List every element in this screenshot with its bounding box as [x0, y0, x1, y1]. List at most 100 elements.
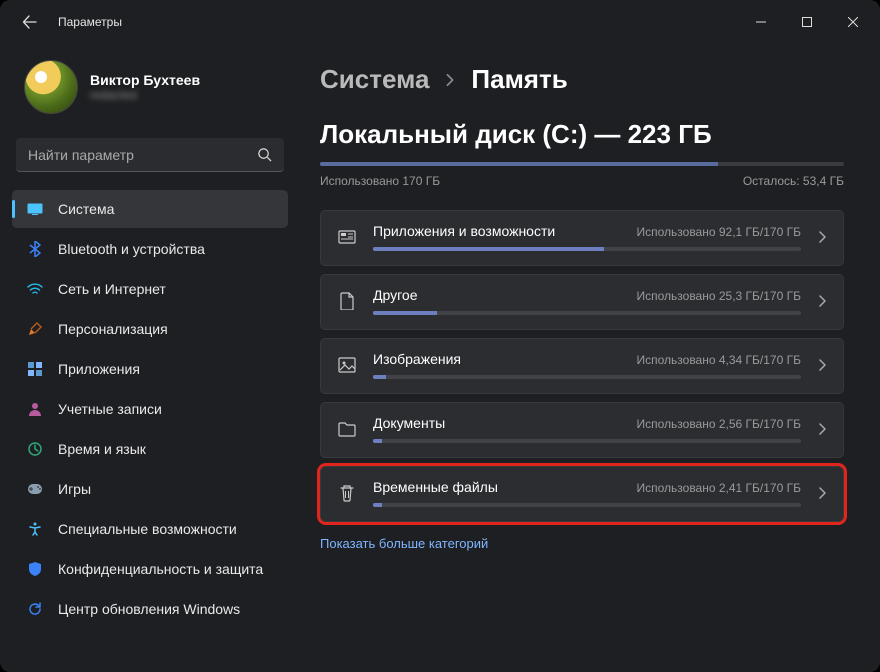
maximize-button[interactable] [784, 6, 830, 38]
sidebar-item-label: Персонализация [58, 321, 168, 337]
chevron-right-icon [817, 422, 827, 436]
close-button[interactable] [830, 6, 876, 38]
sidebar-item-label: Конфиденциальность и защита [58, 561, 263, 577]
disk-usage-fill [320, 162, 718, 166]
images-icon [337, 355, 357, 375]
temp-icon [337, 483, 357, 503]
minimize-button[interactable] [738, 6, 784, 38]
breadcrumb-parent[interactable]: Система [320, 64, 429, 95]
breadcrumb-current: Память [471, 64, 567, 95]
accessibility-icon [26, 520, 44, 538]
sidebar-item-label: Учетные записи [58, 401, 162, 417]
privacy-icon [26, 560, 44, 578]
sidebar-item-apps[interactable]: Приложения [12, 350, 288, 388]
category-title: Приложения и возможности [373, 223, 555, 239]
sidebar-item-accessibility[interactable]: Специальные возможности [12, 510, 288, 548]
disk-used-label: Использовано 170 ГБ [320, 174, 440, 188]
sidebar-item-label: Сеть и Интернет [58, 281, 166, 297]
arrow-left-icon [22, 14, 38, 30]
search-box[interactable] [16, 138, 284, 172]
other-icon [337, 291, 357, 311]
content-area: Система Память Локальный диск (C:) — 223… [300, 44, 880, 672]
sidebar-item-time[interactable]: Время и язык [12, 430, 288, 468]
user-name: Виктор Бухтеев [90, 72, 200, 88]
category-other[interactable]: Другое Использовано 25,3 ГБ/170 ГБ [320, 274, 844, 330]
sidebar-item-bluetooth[interactable]: Bluetooth и устройства [12, 230, 288, 268]
back-button[interactable] [16, 8, 44, 36]
sidebar-item-update[interactable]: Центр обновления Windows [12, 590, 288, 628]
sidebar-item-label: Приложения [58, 361, 140, 377]
category-usage-fill [373, 439, 382, 443]
titlebar: Параметры [0, 0, 880, 44]
category-body: Приложения и возможностиИспользовано 92,… [373, 223, 801, 251]
window-title: Параметры [58, 15, 122, 29]
category-usage-bar [373, 503, 801, 507]
chevron-right-icon [443, 73, 457, 87]
disk-free-label: Осталось: 53,4 ГБ [743, 174, 844, 188]
sidebar-item-label: Игры [58, 481, 91, 497]
sidebar-item-system[interactable]: Система [12, 190, 288, 228]
category-temp[interactable]: Временные файлы Использовано 2,41 ГБ/170 … [320, 466, 844, 522]
category-body: Временные файлы Использовано 2,41 ГБ/170 … [373, 479, 801, 507]
disk-usage-labels: Использовано 170 ГБ Осталось: 53,4 ГБ [320, 174, 844, 188]
chevron-right-icon [817, 294, 827, 308]
show-more-link[interactable]: Показать больше категорий [320, 536, 488, 551]
window-controls [738, 6, 876, 38]
category-title: Временные файлы [373, 479, 498, 495]
category-list: Приложения и возможностиИспользовано 92,… [320, 210, 844, 522]
sidebar-item-label: Система [58, 201, 114, 217]
category-usage-label: Использовано 2,41 ГБ/170 ГБ [636, 481, 801, 495]
documents-icon [337, 419, 357, 439]
app-body: Виктор Бухтеев redacted Система Bluetooth… [0, 44, 880, 672]
disk-title: Локальный диск (C:) — 223 ГБ [320, 119, 844, 150]
sidebar-item-label: Bluetooth и устройства [58, 241, 205, 257]
sidebar-item-label: Время и язык [58, 441, 146, 457]
category-usage-bar [373, 311, 801, 315]
sidebar-item-personalization[interactable]: Персонализация [12, 310, 288, 348]
category-usage-bar [373, 439, 801, 443]
category-documents[interactable]: Документы Использовано 2,56 ГБ/170 ГБ [320, 402, 844, 458]
category-body: Другое Использовано 25,3 ГБ/170 ГБ [373, 287, 801, 315]
category-title: Изображения [373, 351, 461, 367]
category-images[interactable]: ИзображенияИспользовано 4,34 ГБ/170 ГБ [320, 338, 844, 394]
search-icon [257, 147, 272, 162]
category-usage-label: Использовано 2,56 ГБ/170 ГБ [636, 417, 801, 431]
personalization-icon [26, 320, 44, 338]
user-card[interactable]: Виктор Бухтеев redacted [12, 44, 288, 134]
close-icon [848, 17, 858, 27]
user-email: redacted [90, 88, 200, 102]
avatar [24, 60, 78, 114]
chevron-right-icon [817, 486, 827, 500]
category-usage-bar [373, 247, 801, 251]
games-icon [26, 480, 44, 498]
time-icon [26, 440, 44, 458]
sidebar-item-label: Специальные возможности [58, 521, 237, 537]
user-info: Виктор Бухтеев redacted [90, 72, 200, 102]
sidebar-item-games[interactable]: Игры [12, 470, 288, 508]
maximize-icon [802, 17, 812, 27]
breadcrumb: Система Память [320, 64, 844, 95]
sidebar: Виктор Бухтеев redacted Система Bluetooth… [0, 44, 300, 672]
settings-window: Параметры Виктор Бухтеев redacted [0, 0, 880, 672]
category-title: Другое [373, 287, 417, 303]
category-apps[interactable]: Приложения и возможностиИспользовано 92,… [320, 210, 844, 266]
apps-icon [337, 227, 357, 247]
update-icon [26, 600, 44, 618]
minimize-icon [756, 17, 766, 27]
system-icon [26, 200, 44, 218]
category-usage-label: Использовано 25,3 ГБ/170 ГБ [636, 289, 801, 303]
search-input[interactable] [28, 147, 257, 163]
chevron-right-icon [817, 230, 827, 244]
sidebar-item-network[interactable]: Сеть и Интернет [12, 270, 288, 308]
apps-icon [26, 360, 44, 378]
sidebar-item-label: Центр обновления Windows [58, 601, 240, 617]
sidebar-item-accounts[interactable]: Учетные записи [12, 390, 288, 428]
category-usage-fill [373, 375, 386, 379]
nav-list: Система Bluetooth и устройства Сеть и Инте… [12, 190, 288, 628]
bluetooth-icon [26, 240, 44, 258]
disk-usage-bar [320, 162, 844, 166]
category-title: Документы [373, 415, 445, 431]
sidebar-item-privacy[interactable]: Конфиденциальность и защита [12, 550, 288, 588]
network-icon [26, 280, 44, 298]
accounts-icon [26, 400, 44, 418]
